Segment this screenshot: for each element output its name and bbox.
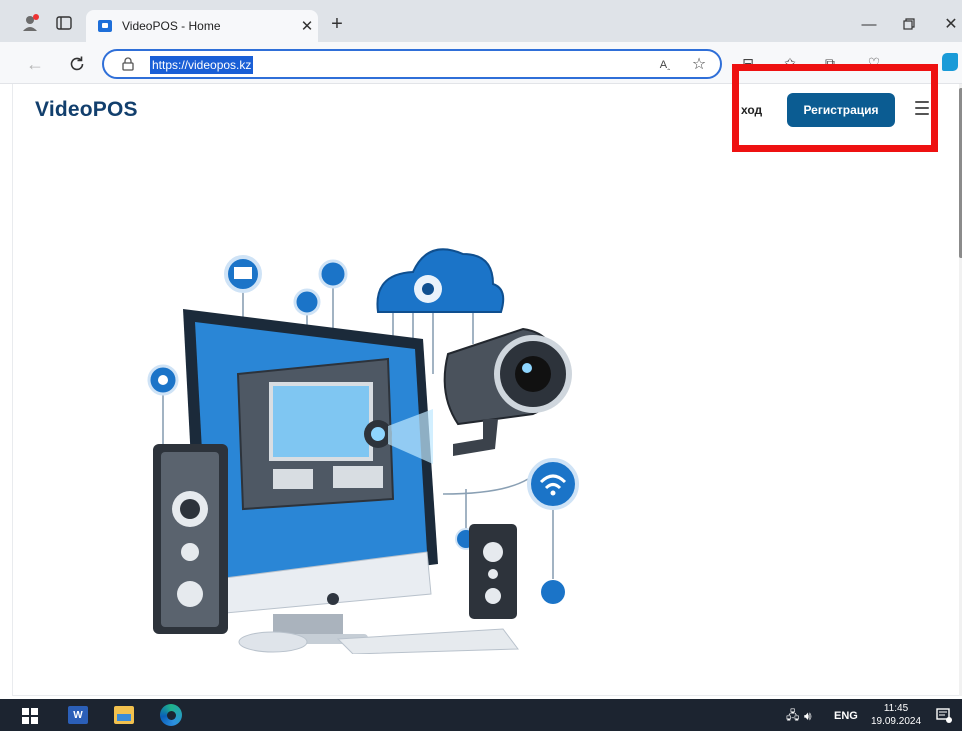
clock-time: 11:45: [883, 703, 909, 714]
notification-icon[interactable]: [936, 707, 952, 723]
browser-tab-strip: VideoPOS - Home ✕ + — ✕: [0, 0, 962, 42]
windows-start-icon[interactable]: [22, 708, 38, 724]
clock[interactable]: 11:45 19.09.2024: [868, 702, 924, 728]
language-indicator[interactable]: ENG: [834, 710, 858, 722]
taskbar: W 🖧 🔊︎ ENG 11:45 19.09.2024: [0, 699, 962, 731]
new-tab-icon[interactable]: +: [326, 13, 348, 35]
file-explorer-icon[interactable]: [114, 706, 134, 724]
favicon-icon: [98, 20, 112, 32]
refresh-icon[interactable]: [66, 53, 88, 75]
word-icon[interactable]: W: [68, 706, 88, 724]
highlight-annotation: [732, 64, 938, 152]
back-icon[interactable]: ←: [24, 53, 46, 75]
video-surveillance-illustration: [147, 248, 579, 654]
tab-actions-icon[interactable]: [54, 14, 74, 32]
copilot-icon[interactable]: [942, 53, 958, 71]
lock-icon[interactable]: [120, 56, 136, 72]
page-viewport: VideoPOS ход Регистрация: [12, 84, 962, 696]
read-aloud-icon[interactable]: Aꞈ: [656, 56, 674, 74]
restore-icon[interactable]: [898, 14, 920, 34]
clock-date: 19.09.2024: [870, 716, 922, 727]
window-close-icon[interactable]: ✕: [940, 14, 962, 34]
site-logo[interactable]: VideoPOS: [35, 98, 138, 122]
tab-title: VideoPOS - Home: [122, 19, 221, 33]
minimize-icon[interactable]: —: [858, 14, 880, 34]
close-tab-icon[interactable]: ✕: [296, 17, 318, 35]
url-text[interactable]: https://videopos.kz: [150, 56, 254, 74]
edge-icon[interactable]: [160, 704, 182, 726]
favorite-star-icon[interactable]: ☆: [690, 55, 708, 73]
system-tray: 🖧 🔊︎ ENG: [786, 708, 858, 724]
volume-icon[interactable]: 🔊︎: [804, 709, 830, 724]
profile-icon[interactable]: [20, 12, 42, 34]
screen: VideoPOS - Home ✕ + — ✕ ← https://videop…: [0, 0, 962, 731]
network-icon[interactable]: 🖧: [786, 706, 804, 727]
address-bar[interactable]: https://videopos.kz Aꞈ ☆: [102, 49, 722, 79]
browser-tab[interactable]: VideoPOS - Home ✕: [86, 10, 318, 42]
